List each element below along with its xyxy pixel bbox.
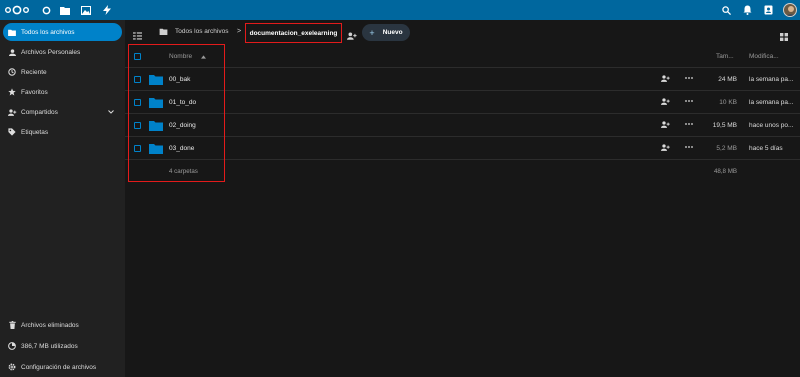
table-row[interactable]: 02_doing 19,5 MB hace unos po... <box>125 114 800 137</box>
folder-icon <box>149 144 163 154</box>
column-size[interactable]: Tam... <box>716 53 734 60</box>
contacts-icon[interactable] <box>762 4 774 16</box>
more-options-icon[interactable] <box>685 75 693 83</box>
row-checkbox[interactable] <box>134 76 141 83</box>
row-checkbox[interactable] <box>134 99 141 106</box>
file-modified: hace 5 días <box>749 145 783 152</box>
sidebar-item-label: Archivos eliminados <box>21 321 79 329</box>
breadcrumb-separator: > <box>237 28 242 35</box>
share-folder-icon[interactable] <box>347 27 357 45</box>
sidebar-item-label: Configuración de archivos <box>21 363 97 371</box>
share-icon[interactable] <box>661 121 670 130</box>
trash-icon <box>3 321 21 329</box>
folder-icon <box>149 75 163 85</box>
file-modified: hace unos po... <box>749 122 793 129</box>
sidebar-item-favorites[interactable]: Favoritos <box>3 83 122 101</box>
folder-icon <box>149 121 163 131</box>
gear-icon <box>3 363 21 371</box>
storage-usage-label: 386,7 MB utilizados <box>21 342 78 350</box>
pie-icon <box>3 342 21 350</box>
folder-count: 4 carpetas <box>169 168 198 175</box>
storage-usage: 386,7 MB utilizados <box>3 337 122 355</box>
plus-icon: + <box>369 27 375 38</box>
folder-icon <box>149 98 163 108</box>
sidebar-item-recent[interactable]: Reciente <box>3 63 122 81</box>
sidebar-item-label: Todos los archivos <box>21 28 75 36</box>
more-options-icon[interactable] <box>685 144 693 152</box>
select-all-checkbox[interactable] <box>134 53 141 60</box>
table-row[interactable]: 00_bak 24 MB la semana pa... <box>125 68 800 91</box>
table-summary: 4 carpetas 48,8 MB <box>125 160 800 183</box>
table-row[interactable]: 03_done 5,2 MB hace 5 días <box>125 137 800 160</box>
file-size: 5,2 MB <box>716 145 737 152</box>
sidebar-item-label: Archivos Personales <box>21 48 81 56</box>
share-icon <box>3 108 21 116</box>
file-size: 19,5 MB <box>712 122 737 129</box>
new-button[interactable]: + Nuevo <box>362 24 410 41</box>
file-name[interactable]: 03_done <box>169 145 194 152</box>
file-name[interactable]: 02_doing <box>169 122 196 129</box>
breadcrumb-home-label: Todos los archivos <box>175 28 229 35</box>
menu-toggle-icon[interactable] <box>133 27 142 45</box>
table-header: Nombre Tam... Modifica... <box>125 44 800 68</box>
share-icon[interactable] <box>661 98 670 107</box>
column-modified[interactable]: Modifica... <box>749 53 779 60</box>
clock-icon <box>3 68 21 76</box>
sidebar-item-deleted-files[interactable]: Archivos eliminados <box>3 316 122 334</box>
sidebar-item-all-files[interactable]: Todos los archivos <box>3 23 122 41</box>
more-options-icon[interactable] <box>685 98 693 106</box>
nextcloud-logo-icon[interactable] <box>4 5 30 15</box>
breadcrumb-home[interactable]: Todos los archivos <box>159 28 228 35</box>
top-header <box>0 0 800 20</box>
tag-icon <box>3 128 21 136</box>
sidebar: Todos los archivos Archivos Personales R… <box>0 20 125 377</box>
breadcrumb: Todos los archivos > documentacion_exele… <box>125 20 800 44</box>
total-size: 48,8 MB <box>713 168 737 175</box>
file-name[interactable]: 01_to_do <box>169 99 196 106</box>
breadcrumb-current-label: documentacion_exelearning <box>249 29 338 37</box>
photos-icon[interactable] <box>80 4 92 16</box>
user-icon <box>3 48 21 56</box>
more-options-icon[interactable] <box>685 121 693 129</box>
star-icon <box>3 88 21 96</box>
search-icon[interactable] <box>720 4 732 16</box>
file-modified: la semana pa... <box>749 76 793 83</box>
column-name[interactable]: Nombre <box>169 53 192 60</box>
notifications-icon[interactable] <box>741 4 753 16</box>
file-modified: la semana pa... <box>749 99 793 106</box>
folder-icon <box>159 28 168 35</box>
share-icon[interactable] <box>661 144 670 153</box>
activity-icon[interactable] <box>101 4 113 16</box>
breadcrumb-current[interactable]: documentacion_exelearning <box>245 23 342 43</box>
table-row[interactable]: 01_to_do 10 KB la semana pa... <box>125 91 800 114</box>
file-size: 10 KB <box>719 99 737 106</box>
sort-ascending-icon[interactable] <box>201 54 206 61</box>
dashboard-icon[interactable] <box>40 4 52 16</box>
row-checkbox[interactable] <box>134 145 141 152</box>
sidebar-item-shared[interactable]: Compartidos <box>3 103 122 121</box>
sidebar-item-label: Favoritos <box>21 88 48 96</box>
sidebar-item-label: Reciente <box>21 68 47 76</box>
sidebar-item-personal-files[interactable]: Archivos Personales <box>3 43 122 61</box>
main-content: Todos los archivos > documentacion_exele… <box>125 20 800 377</box>
file-size: 24 MB <box>718 76 737 83</box>
sidebar-item-label: Compartidos <box>21 108 58 116</box>
new-button-label: Nuevo <box>382 29 403 36</box>
sidebar-item-label: Etiquetas <box>21 128 49 136</box>
sidebar-item-tags[interactable]: Etiquetas <box>3 123 122 141</box>
share-icon[interactable] <box>661 75 670 84</box>
file-name[interactable]: 00_bak <box>169 76 190 83</box>
sidebar-item-settings[interactable]: Configuración de archivos <box>3 358 122 376</box>
files-icon[interactable] <box>59 4 71 16</box>
folder-icon <box>3 29 21 36</box>
row-checkbox[interactable] <box>134 122 141 129</box>
avatar[interactable] <box>783 3 797 17</box>
chevron-down-icon[interactable] <box>108 109 114 116</box>
